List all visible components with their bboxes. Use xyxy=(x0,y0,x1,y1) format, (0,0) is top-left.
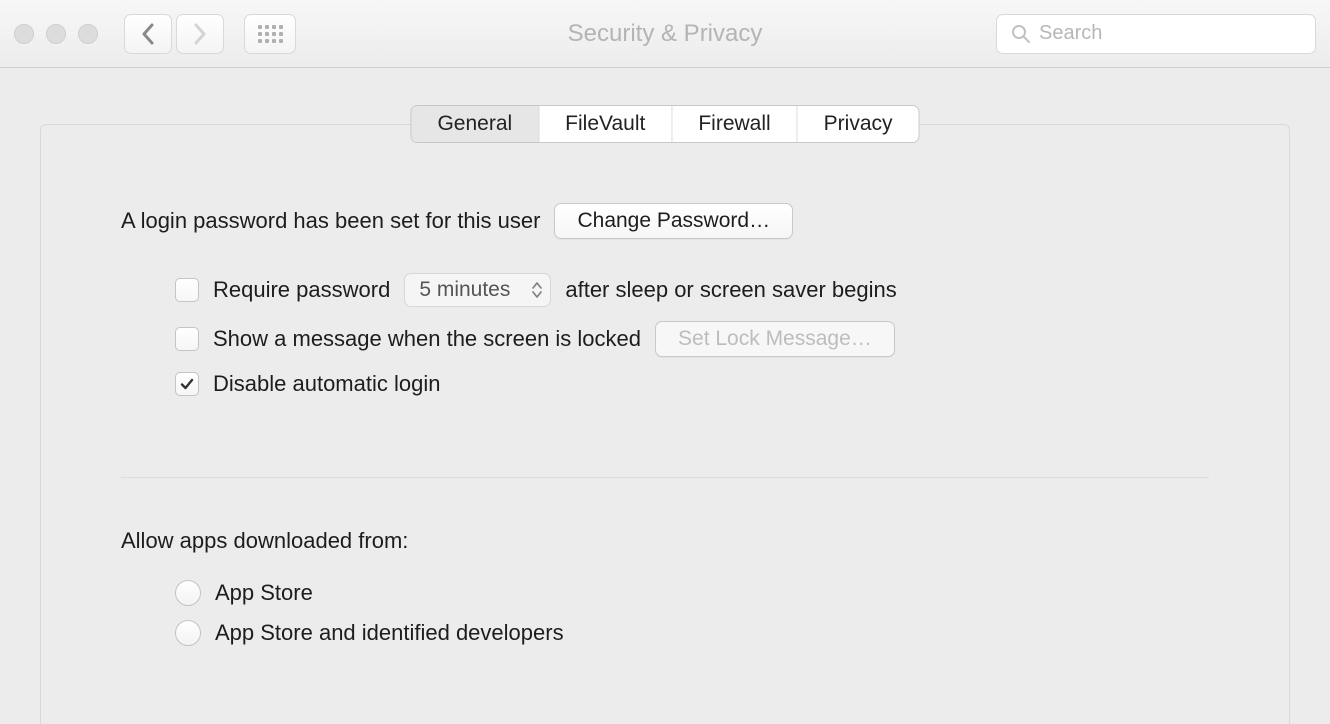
set-lock-message-button: Set Lock Message… xyxy=(655,321,895,357)
chevron-left-icon xyxy=(141,23,155,45)
search-placeholder: Search xyxy=(1039,22,1102,45)
require-password-row: Require password 5 minutes after sleep o… xyxy=(121,273,1209,307)
check-icon xyxy=(179,376,195,392)
tab-general[interactable]: General xyxy=(411,106,539,142)
login-password-row: A login password has been set for this u… xyxy=(121,203,1209,239)
stepper-icon xyxy=(532,282,542,298)
allow-apps-radio-appstore[interactable] xyxy=(175,580,201,606)
require-password-label-after: after sleep or screen saver begins xyxy=(565,277,896,303)
button-label: Change Password… xyxy=(577,209,770,232)
allow-apps-option-appstore: App Store xyxy=(121,580,1209,606)
tab-label: Firewall xyxy=(698,112,770,135)
tab-firewall[interactable]: Firewall xyxy=(672,106,797,142)
require-password-delay-select[interactable]: 5 minutes xyxy=(404,273,551,307)
window-minimize-button[interactable] xyxy=(46,24,66,44)
pref-panel: A login password has been set for this u… xyxy=(40,124,1290,724)
window-controls xyxy=(14,24,98,44)
allow-apps-radio-appstore-dev[interactable] xyxy=(175,620,201,646)
disable-auto-login-checkbox[interactable] xyxy=(175,372,199,396)
tab-privacy[interactable]: Privacy xyxy=(798,106,919,142)
show-all-prefs-button[interactable] xyxy=(244,14,296,54)
show-lock-message-row: Show a message when the screen is locked… xyxy=(121,321,1209,357)
tab-filevault[interactable]: FileVault xyxy=(539,106,672,142)
require-password-label: Require password xyxy=(213,277,390,303)
search-input[interactable]: Search xyxy=(996,14,1316,54)
search-icon xyxy=(1011,24,1031,44)
window-close-button[interactable] xyxy=(14,24,34,44)
radio-label: App Store xyxy=(215,580,313,606)
disable-auto-login-row: Disable automatic login xyxy=(121,371,1209,397)
grid-icon xyxy=(258,25,283,43)
chevron-right-icon xyxy=(193,23,207,45)
require-password-checkbox[interactable] xyxy=(175,278,199,302)
button-label: Set Lock Message… xyxy=(678,327,872,350)
show-lock-message-label: Show a message when the screen is locked xyxy=(213,326,641,352)
change-password-button[interactable]: Change Password… xyxy=(554,203,793,239)
disable-auto-login-label: Disable automatic login xyxy=(213,371,440,397)
login-password-set-label: A login password has been set for this u… xyxy=(121,208,540,234)
tab-label: General xyxy=(437,112,512,135)
forward-button[interactable] xyxy=(176,14,224,54)
tab-label: FileVault xyxy=(565,112,645,135)
toolbar: Security & Privacy Search xyxy=(0,0,1330,68)
radio-label: App Store and identified developers xyxy=(215,620,564,646)
pref-tabs: General FileVault Firewall Privacy xyxy=(410,105,919,143)
window-zoom-button[interactable] xyxy=(78,24,98,44)
show-lock-message-checkbox[interactable] xyxy=(175,327,199,351)
allow-apps-option-appstore-dev: App Store and identified developers xyxy=(121,620,1209,646)
select-value: 5 minutes xyxy=(419,278,510,301)
nav-buttons xyxy=(124,14,224,54)
tab-label: Privacy xyxy=(824,112,893,135)
back-button[interactable] xyxy=(124,14,172,54)
allow-apps-heading: Allow apps downloaded from: xyxy=(121,528,1209,554)
section-divider xyxy=(121,477,1209,478)
